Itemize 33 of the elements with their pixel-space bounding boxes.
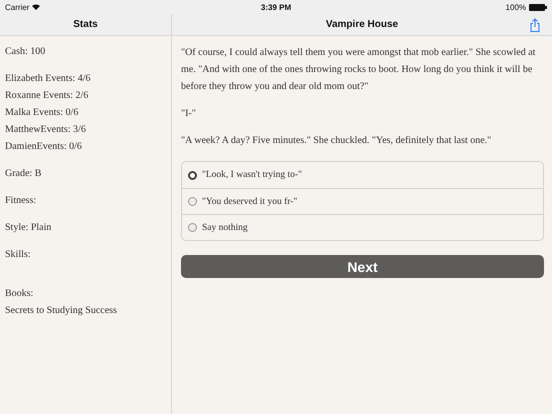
stat-line: Grade: B [5, 167, 42, 181]
share-icon[interactable] [530, 18, 540, 32]
story-paragraph: "Of course, I could always tell them you were amongst that mob earlier." She scowled at me. "And with one of the ones throwing rocks to boot. How long do you think it will be before they throw you and dear old mom out?" [181, 46, 536, 94]
next-button[interactable]: Next [181, 255, 544, 278]
radio-button[interactable] [188, 170, 197, 180]
battery-icon [529, 4, 548, 10]
sidebar-title: Stats [73, 19, 98, 30]
carrier-label: Carrier [5, 2, 30, 12]
choice-label: "Look, I wasn't trying to-" [202, 170, 302, 180]
radio-button[interactable] [188, 197, 197, 206]
choice-option[interactable]: "Look, I wasn't trying to-" [182, 162, 543, 188]
stat-line: MatthewEvents: 3/6 [5, 123, 87, 137]
stat-line: Skills: [5, 248, 32, 262]
stat-line: Secrets to Studying Success [5, 304, 118, 318]
stat-line: Elizabeth Events: 4/6 [5, 72, 92, 86]
wifi-icon [32, 4, 40, 10]
status-time: 3:39 PM [260, 2, 292, 12]
battery-percentage: 100% [506, 2, 526, 12]
choice-option[interactable]: "You deserved it you fr-" [182, 188, 543, 214]
stat-line: Cash: 100 [5, 45, 46, 59]
page-title: Vampire House [326, 19, 398, 30]
choice-label: "You deserved it you fr-" [202, 196, 298, 206]
stat-line: Malka Events: 0/6 [5, 106, 80, 120]
stat-line: Roxanne Events: 2/6 [5, 89, 90, 103]
radio-button[interactable] [188, 223, 197, 232]
choice-option[interactable]: Say nothing [182, 214, 543, 240]
stat-line: DamienEvents: 0/6 [5, 140, 83, 154]
choice-label: Say nothing [202, 222, 248, 232]
stat-line: Books: [5, 287, 34, 301]
story-paragraph: "A week? A day? Five minutes." She chuckled. "Yes, definitely that last one." [181, 134, 492, 148]
stat-line: Fitness: [5, 194, 38, 208]
stat-line: Style: Plain [5, 221, 52, 235]
story-paragraph: "I-" [181, 107, 197, 121]
